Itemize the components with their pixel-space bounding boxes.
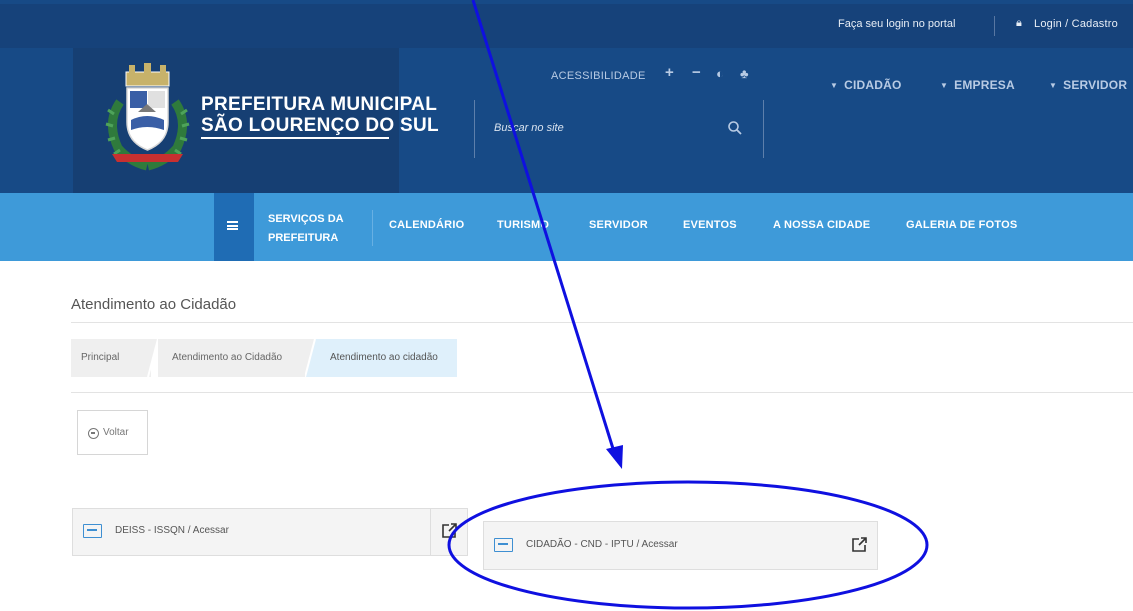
back-button[interactable]: Voltar bbox=[77, 410, 148, 455]
menu-services-line-1: SERVIÇOS DA bbox=[268, 213, 344, 225]
service-card-deiss[interactable]: DEISS - ISSQN / Acessar bbox=[72, 508, 468, 556]
nav-empresa[interactable]: ▼ EMPRESA bbox=[940, 78, 1015, 92]
nav-empresa-label: EMPRESA bbox=[954, 78, 1015, 92]
menu-item-calendario[interactable]: CALENDÁRIO bbox=[389, 219, 464, 231]
menu-services[interactable]: SERVIÇOS DA PREFEITURA bbox=[268, 210, 358, 248]
contrast-icon[interactable]: ◐ bbox=[716, 66, 724, 81]
content-divider bbox=[71, 392, 1133, 393]
breadcrumb-separator bbox=[144, 339, 158, 377]
breadcrumb-principal[interactable]: Principal bbox=[71, 339, 151, 377]
decrease-font-icon[interactable]: − bbox=[692, 64, 701, 81]
breadcrumb-separator bbox=[305, 339, 319, 377]
page-title: Atendimento ao Cidadão bbox=[71, 296, 237, 313]
breadcrumb-atendimento[interactable]: Atendimento ao Cidadão bbox=[158, 339, 312, 377]
service-card-label: DEISS - ISSQN / Acessar bbox=[115, 525, 229, 536]
search-box: Buscar no site bbox=[474, 100, 764, 158]
login-prompt: Faça seu login no portal bbox=[838, 18, 956, 30]
menu-item-turismo[interactable]: TURISMO bbox=[497, 219, 549, 231]
hamburger-icon bbox=[227, 221, 238, 230]
nav-servidor-label: SERVIDOR bbox=[1063, 78, 1128, 92]
login-link[interactable]: Login / Cadastro bbox=[1034, 18, 1118, 30]
top-bar-divider bbox=[994, 16, 995, 36]
menu-services-line-2: PREFEITURA bbox=[268, 232, 339, 244]
external-link-icon[interactable] bbox=[850, 536, 868, 554]
nav-servidor[interactable]: ▼ SERVIDOR bbox=[1049, 78, 1127, 92]
increase-font-icon[interactable]: + bbox=[665, 64, 674, 81]
sitemap-icon[interactable]: ♣ bbox=[740, 66, 749, 81]
caret-down-icon: ▼ bbox=[830, 81, 839, 90]
accessibility-label: ACESSIBILIDADE bbox=[551, 70, 646, 82]
search-icon[interactable] bbox=[727, 120, 743, 136]
lock-icon: 🔒︎ bbox=[1016, 17, 1022, 29]
external-link-icon[interactable] bbox=[440, 522, 458, 540]
service-card-label: CIDADÃO - CND - IPTU / Acessar bbox=[526, 539, 678, 550]
nav-cidadao[interactable]: ▼ CIDADÃO bbox=[830, 78, 902, 92]
search-input[interactable]: Buscar no site bbox=[494, 122, 564, 134]
nav-cidadao-label: CIDADÃO bbox=[844, 78, 902, 92]
menu-item-servidor[interactable]: SERVIDOR bbox=[589, 219, 648, 231]
annotation-arrowhead bbox=[606, 445, 623, 469]
menu-item-nossa-cidade[interactable]: A NOSSA CIDADE bbox=[773, 219, 870, 231]
back-button-label: Voltar bbox=[103, 427, 129, 438]
menu-divider bbox=[372, 210, 373, 246]
brand-line-1: PREFEITURA MUNICIPAL bbox=[201, 94, 438, 115]
city-crest-logo[interactable] bbox=[100, 62, 195, 172]
caret-down-icon: ▼ bbox=[940, 81, 949, 90]
top-bar: Faça seu login no portal 🔒︎ Login / Cada… bbox=[0, 4, 1133, 48]
system-icon bbox=[494, 538, 513, 552]
menu-item-eventos[interactable]: EVENTOS bbox=[683, 219, 737, 231]
title-divider bbox=[71, 322, 1133, 323]
main-menu-bar: SERVIÇOS DA PREFEITURA CALENDÁRIO TURISM… bbox=[0, 193, 1133, 261]
brand-underline bbox=[201, 137, 389, 139]
menu-toggle-button[interactable] bbox=[214, 193, 254, 261]
caret-down-icon: ▼ bbox=[1049, 81, 1058, 90]
service-card-cidadao-cnd-iptu[interactable]: CIDADÃO - CND - IPTU / Acessar bbox=[483, 521, 878, 570]
brand-line-2: SÃO LOURENÇO DO SUL bbox=[201, 115, 439, 136]
breadcrumb-current: Atendimento ao cidadão bbox=[318, 339, 457, 377]
back-icon bbox=[88, 428, 99, 439]
system-icon bbox=[83, 524, 102, 538]
menu-item-galeria[interactable]: GALERIA DE FOTOS bbox=[906, 219, 1017, 231]
site-brand[interactable]: PREFEITURA MUNICIPAL SÃO LOURENÇO DO SUL bbox=[201, 94, 439, 139]
card-divider bbox=[430, 509, 431, 555]
